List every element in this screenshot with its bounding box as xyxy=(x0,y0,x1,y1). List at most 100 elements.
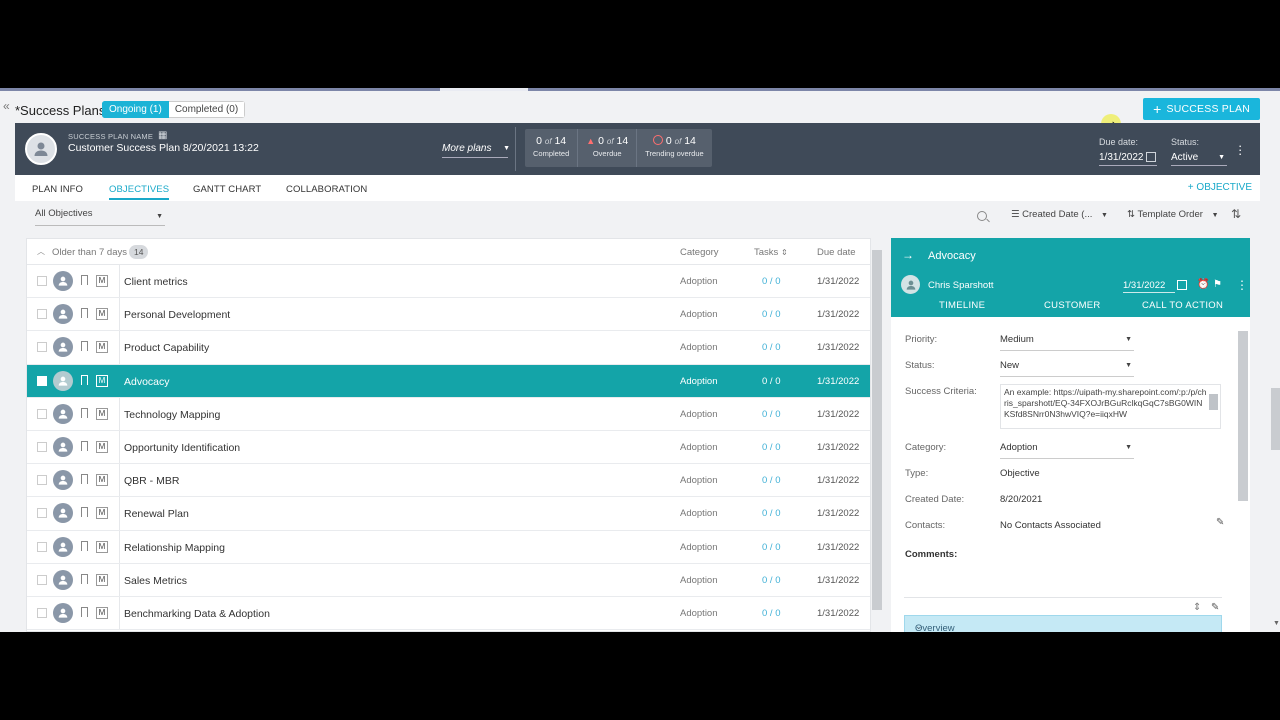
scroll-down-icon[interactable]: ▼ xyxy=(1273,620,1280,627)
tab-objectives[interactable]: OBJECTIVES xyxy=(109,184,170,200)
detail-tab-timeline[interactable]: TIMELINE xyxy=(939,300,985,311)
add-success-plan-button[interactable]: + SUCCESS PLAN xyxy=(1143,98,1260,120)
bookmark-icon[interactable] xyxy=(80,407,88,421)
overview-section[interactable]: Overview ⌄ xyxy=(904,615,1222,632)
objective-tasks[interactable]: 0 / 0 xyxy=(762,309,781,320)
owner-avatar[interactable] xyxy=(53,304,73,325)
owner-avatar[interactable] xyxy=(53,536,73,557)
objective-tasks[interactable]: 0 / 0 xyxy=(762,542,781,553)
chevron-up-icon[interactable]: ︿ xyxy=(37,246,45,257)
objective-name[interactable]: Relationship Mapping xyxy=(124,542,225,554)
table-row[interactable]: M Personal Development Adoption 0 / 0 1/31/2… xyxy=(27,298,870,332)
objectives-filter-dropdown[interactable]: All Objectives ▼ xyxy=(35,208,165,226)
calendar-icon[interactable] xyxy=(1177,280,1187,290)
row-checkbox[interactable] xyxy=(37,408,47,419)
criteria-scrollbar[interactable] xyxy=(1209,394,1218,410)
objective-tasks[interactable]: 0 / 0 xyxy=(762,508,781,519)
objective-tasks[interactable]: 0 / 0 xyxy=(762,475,781,486)
column-category[interactable]: Category xyxy=(680,247,719,258)
owner-avatar[interactable] xyxy=(53,403,73,424)
owner-avatar[interactable] xyxy=(53,602,73,623)
sort-by-dropdown[interactable]: ☰ Created Date (... ▼ xyxy=(1011,209,1108,220)
objective-name[interactable]: Advocacy xyxy=(124,376,170,388)
row-checkbox[interactable] xyxy=(37,276,47,286)
order-by-dropdown[interactable]: ⇅ Template Order ▼ xyxy=(1127,209,1219,220)
objective-tasks[interactable]: 0 / 0 xyxy=(762,409,781,420)
priority-dropdown[interactable]: Medium ▼ xyxy=(1000,334,1134,351)
owner-avatar[interactable] xyxy=(53,470,73,491)
owner-avatar[interactable] xyxy=(53,569,73,590)
table-row[interactable]: M Advocacy Adoption 0 / 0 1/31/2022 xyxy=(27,364,870,398)
objective-name[interactable]: Client metrics xyxy=(124,276,188,288)
owner-avatar[interactable] xyxy=(53,271,73,291)
detail-tab-call-to-action[interactable]: CALL TO ACTION xyxy=(1142,300,1223,311)
search-icon[interactable] xyxy=(977,211,987,221)
list-scrollbar[interactable] xyxy=(872,250,882,610)
row-checkbox[interactable] xyxy=(37,607,47,618)
edit-pencil-icon[interactable]: ✎ xyxy=(1216,517,1224,528)
objective-tasks[interactable]: 0 / 0 xyxy=(762,342,781,353)
owner-name[interactable]: Chris Sparshott xyxy=(928,280,993,291)
row-checkbox[interactable] xyxy=(37,508,47,519)
owner-avatar[interactable] xyxy=(53,503,73,524)
bookmark-icon[interactable] xyxy=(80,474,88,488)
stat-overdue[interactable]: ▲ 0 of 14 Overdue xyxy=(578,129,638,167)
objective-tasks[interactable]: 0 / 0 xyxy=(762,575,781,586)
more-plans-dropdown[interactable]: More plans ▼ xyxy=(442,143,510,158)
bookmark-icon[interactable] xyxy=(80,308,88,322)
alarm-icon[interactable]: ⏰ xyxy=(1197,279,1209,290)
stat-trending[interactable]: 0 of 14 Trending overdue xyxy=(637,129,712,167)
stat-completed[interactable]: 0 of 14 Completed xyxy=(525,129,579,167)
table-row[interactable]: M Sales Metrics Adoption 0 / 0 1/31/2022 xyxy=(27,563,870,597)
objective-name[interactable]: Opportunity Identification xyxy=(124,442,240,454)
tag-icon[interactable]: ⚑ xyxy=(1213,279,1222,290)
table-row[interactable]: M Relationship Mapping Adoption 0 / 0 1/31/2… xyxy=(27,530,870,564)
detail-status-dropdown[interactable]: New ▼ xyxy=(1000,360,1134,377)
objective-name[interactable]: Technology Mapping xyxy=(124,409,220,421)
table-row[interactable]: M Technology Mapping Adoption 0 / 0 1/31/202… xyxy=(27,397,870,431)
table-row[interactable]: M Product Capability Adoption 0 / 0 1/31/202… xyxy=(27,331,870,365)
column-due-date[interactable]: Due date xyxy=(817,247,856,258)
detail-scrollbar[interactable] xyxy=(1238,331,1248,501)
bookmark-icon[interactable] xyxy=(80,507,88,521)
bookmark-icon[interactable] xyxy=(80,275,88,288)
category-dropdown[interactable]: Adoption ▼ xyxy=(1000,442,1134,459)
success-criteria-textarea[interactable]: An example: https://uipath-my.sharepoint… xyxy=(1000,384,1221,429)
objective-name[interactable]: QBR - MBR xyxy=(124,475,179,487)
table-row[interactable]: M Client metrics Adoption 0 / 0 1/31/2022 xyxy=(27,265,870,299)
row-checkbox[interactable] xyxy=(37,342,47,353)
row-checkbox[interactable] xyxy=(37,441,47,452)
objective-tasks[interactable]: 0 / 0 xyxy=(762,608,781,619)
more-options-icon[interactable]: ⋮ xyxy=(1236,278,1248,292)
objective-name[interactable]: Product Capability xyxy=(124,342,209,354)
owner-avatar[interactable] xyxy=(53,337,73,358)
bookmark-icon[interactable] xyxy=(80,573,88,587)
row-checkbox[interactable] xyxy=(37,475,47,486)
row-checkbox[interactable] xyxy=(37,309,47,320)
add-objective-button[interactable]: + OBJECTIVE xyxy=(1188,182,1252,193)
row-checkbox[interactable] xyxy=(37,574,47,585)
row-checkbox[interactable] xyxy=(37,375,47,386)
table-row[interactable]: M Opportunity Identification Adoption 0 / 0… xyxy=(27,430,870,465)
tab-plan-info[interactable]: PLAN INFO xyxy=(32,184,83,195)
bookmark-icon[interactable] xyxy=(80,341,88,355)
bookmark-icon[interactable] xyxy=(80,540,88,554)
bookmark-icon[interactable] xyxy=(80,374,88,388)
status-dropdown[interactable]: Active ▼ xyxy=(1171,152,1227,166)
collapse-sidebar-icon[interactable]: « xyxy=(3,99,10,113)
table-row[interactable]: M Renewal Plan Adoption 0 / 0 1/31/2022 xyxy=(27,497,870,531)
arrow-right-icon[interactable]: → xyxy=(902,248,914,262)
objective-tasks[interactable]: 0 / 0 xyxy=(762,442,781,453)
objective-name[interactable]: Renewal Plan xyxy=(124,508,189,520)
column-tasks[interactable]: Tasks ⇕ xyxy=(754,247,788,258)
bookmark-icon[interactable] xyxy=(80,606,88,620)
owner-avatar[interactable] xyxy=(53,370,73,391)
objective-name[interactable]: Sales Metrics xyxy=(124,575,187,587)
bookmark-icon[interactable] xyxy=(80,440,88,454)
calendar-icon[interactable] xyxy=(1146,152,1156,162)
objective-name[interactable]: Benchmarking Data & Adoption xyxy=(124,608,270,620)
page-scrollbar[interactable] xyxy=(1271,388,1280,450)
row-checkbox[interactable] xyxy=(37,541,47,552)
ongoing-toggle[interactable]: Ongoing (1) xyxy=(102,101,169,118)
objective-tasks[interactable]: 0 / 0 xyxy=(762,276,781,287)
